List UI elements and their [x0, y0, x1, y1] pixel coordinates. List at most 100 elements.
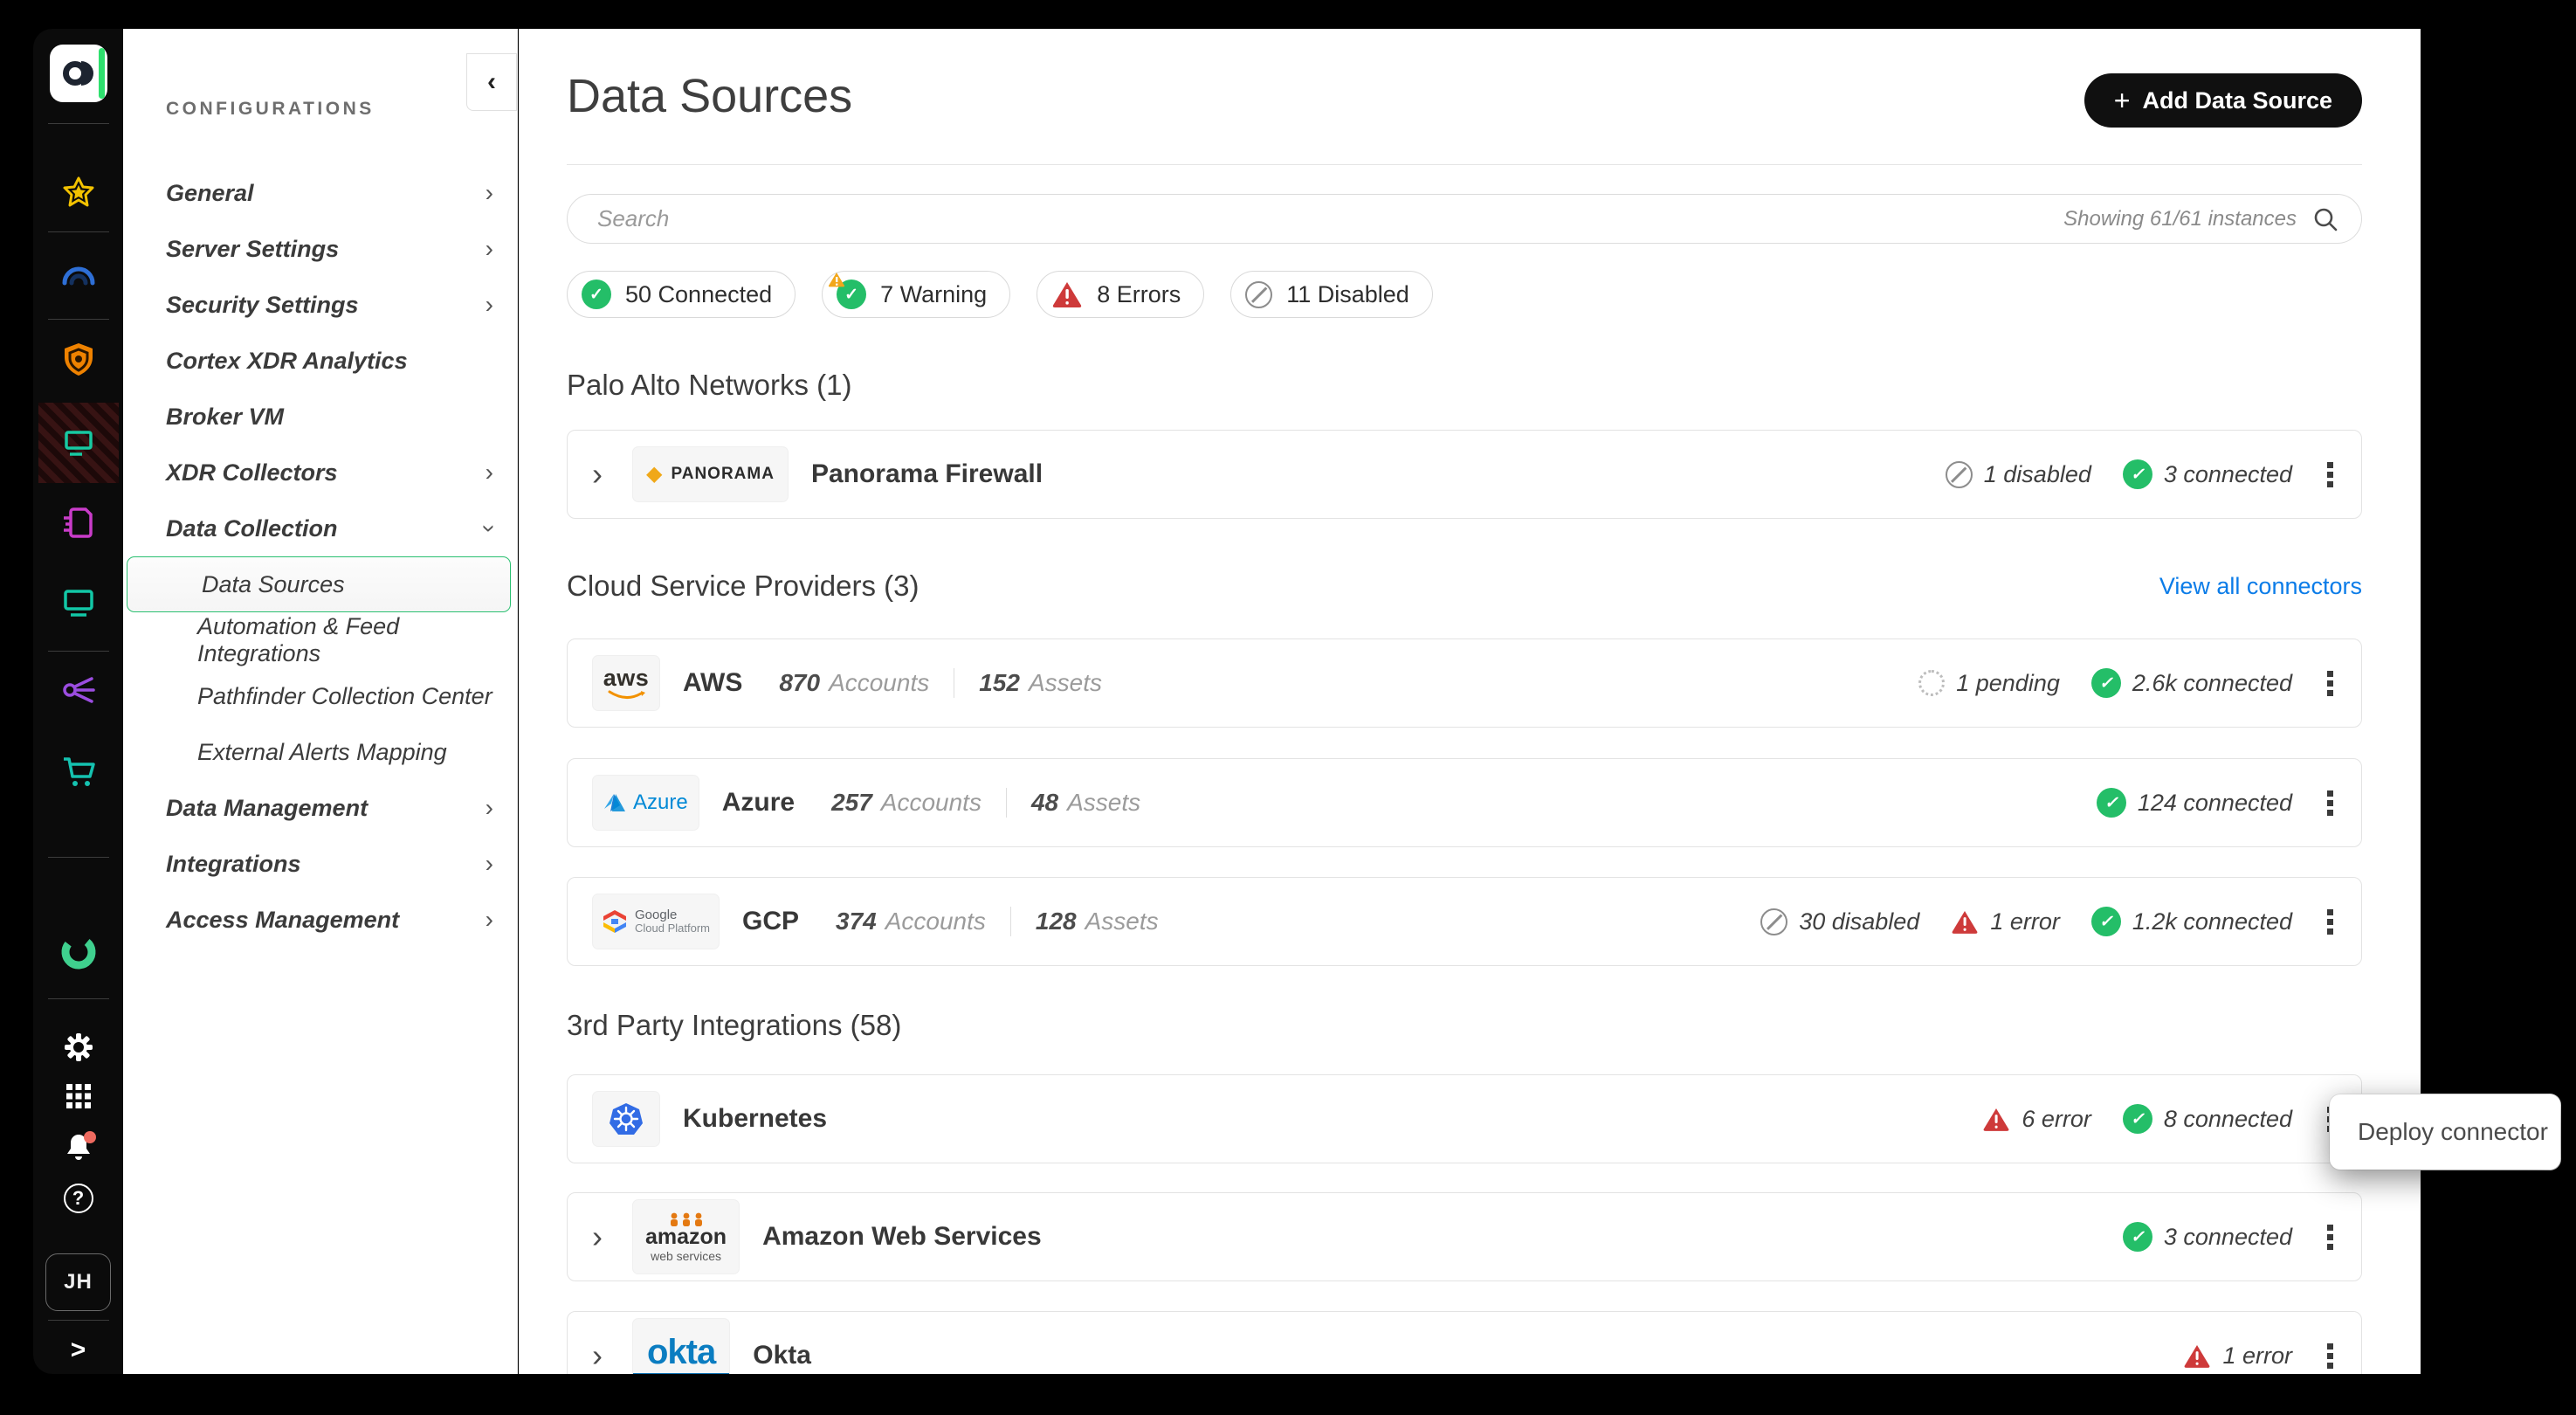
- data-source-row-panorama[interactable]: › ◆ PANORAMA Panorama Firewall 1 disable…: [567, 430, 2362, 519]
- search-input[interactable]: [568, 205, 2063, 232]
- collapse-sidebar-button[interactable]: ‹: [466, 53, 517, 111]
- settings-gear-icon[interactable]: [33, 1032, 123, 1063]
- filter-label: 11 Disabled: [1286, 281, 1409, 308]
- chevron-right-icon: ›: [486, 459, 493, 487]
- warning-triangle-icon: [828, 272, 845, 287]
- sidebar-item-access-management[interactable]: Access Management›: [123, 892, 518, 948]
- search-icon[interactable]: [2312, 206, 2338, 232]
- report-doc-icon[interactable]: [33, 506, 123, 541]
- sidebar-item-security-settings[interactable]: Security Settings›: [123, 277, 518, 333]
- status-error: 6 error: [1982, 1106, 2091, 1133]
- status-connected: 2.6k connected: [2091, 668, 2292, 698]
- sidebar-item-general[interactable]: General›: [123, 165, 518, 221]
- section-title: Cloud Service Providers (3): [567, 569, 919, 603]
- assets-metric: 128Assets: [1036, 908, 1159, 935]
- chevron-right-icon: ›: [486, 179, 493, 207]
- assets-metric: 48Assets: [1031, 789, 1140, 817]
- expand-row-chevron-icon[interactable]: ›: [592, 1218, 632, 1255]
- filter-chip-connected[interactable]: 50 Connected: [567, 271, 796, 318]
- filter-chip-disabled[interactable]: 11 Disabled: [1230, 271, 1433, 318]
- sidebar-item-xdr-collectors[interactable]: XDR Collectors›: [123, 445, 518, 500]
- chevron-right-icon: ›: [486, 291, 493, 319]
- row-actions-kebab-icon[interactable]: [2324, 1340, 2337, 1372]
- sidebar-item-external-alerts-mapping[interactable]: External Alerts Mapping: [123, 724, 518, 780]
- row-name: Amazon Web Services: [762, 1222, 1042, 1252]
- aws-smile-icon: [607, 690, 645, 701]
- metric-divider: [1006, 788, 1007, 818]
- deploy-connector-menu-item[interactable]: Deploy connector: [2330, 1094, 2560, 1170]
- view-all-connectors-link[interactable]: View all connectors: [2159, 573, 2362, 600]
- error-triangle-icon: [1951, 909, 1979, 935]
- row-statuses: 30 disabled 1 error 1.2k connected: [1760, 906, 2337, 938]
- disabled-slash-icon: [1760, 908, 1787, 935]
- filter-label: 50 Connected: [625, 281, 772, 308]
- assets-metric: 152Assets: [979, 669, 1102, 697]
- shield-icon[interactable]: [33, 342, 123, 378]
- sidebar-item-cortex-xdr-analytics[interactable]: Cortex XDR Analytics: [123, 333, 518, 389]
- filter-chip-warning[interactable]: 7 Warning: [822, 271, 1010, 318]
- row-name: GCP: [742, 907, 799, 936]
- azure-triangle-icon: [603, 793, 626, 812]
- row-actions-kebab-icon[interactable]: [2324, 667, 2337, 700]
- expand-row-chevron-icon[interactable]: ›: [592, 456, 632, 493]
- help-icon[interactable]: ?: [33, 1184, 123, 1213]
- sidebar-item-automation-feed-integrations[interactable]: Automation & Feed Integrations: [123, 612, 518, 668]
- data-source-row-amazon-web-services[interactable]: › amazon web services Amazon Web Service…: [567, 1192, 2362, 1281]
- deploy-connector-label: Deploy connector: [2358, 1118, 2548, 1146]
- row-actions-kebab-icon[interactable]: [2324, 459, 2337, 491]
- status-error: 1 error: [2183, 1343, 2292, 1370]
- sidebar-item-data-collection[interactable]: Data Collection›: [123, 500, 518, 556]
- disabled-slash-icon: [1946, 461, 1973, 488]
- row-name: AWS: [683, 668, 742, 698]
- sidebar-item-integrations[interactable]: Integrations›: [123, 836, 518, 892]
- page-title: Data Sources: [567, 69, 852, 123]
- data-source-row-azure[interactable]: Azure Azure 257Accounts 48Assets 124 con…: [567, 758, 2362, 847]
- data-source-row-gcp[interactable]: Google Cloud Platform GCP 374Accounts 12…: [567, 877, 2362, 966]
- cortex-logo[interactable]: [50, 45, 107, 102]
- row-statuses: 124 connected: [2097, 787, 2337, 819]
- avatar[interactable]: JH: [45, 1253, 111, 1311]
- instances-count: Showing 61/61 instances: [2063, 207, 2297, 231]
- data-source-row-okta[interactable]: › okta Okta 1 error: [567, 1311, 2362, 1374]
- add-data-source-button[interactable]: Add Data Source: [2084, 73, 2362, 128]
- network-arc-icon[interactable]: [33, 259, 123, 286]
- amazon-web-services-logo: amazon web services: [632, 1199, 740, 1274]
- broker-vm-icon[interactable]: [33, 403, 123, 483]
- connected-check-icon: [2091, 668, 2121, 698]
- favorites-star-icon[interactable]: [33, 176, 123, 209]
- row-actions-kebab-icon[interactable]: [2324, 787, 2337, 819]
- monitor-icon[interactable]: [33, 588, 123, 618]
- sidebar-item-data-management[interactable]: Data Management›: [123, 780, 518, 836]
- notifications-bell-icon[interactable]: [33, 1131, 123, 1163]
- sidebar-item-broker-vm[interactable]: Broker VM: [123, 389, 518, 445]
- aws-logo: aws: [592, 655, 660, 711]
- row-name: Panorama Firewall: [811, 459, 1043, 489]
- panorama-diamond-icon: ◆: [646, 464, 662, 485]
- data-source-row-aws[interactable]: aws AWS 870Accounts 152Assets 1 pending …: [567, 638, 2362, 728]
- expand-rail-chevron-icon[interactable]: >: [33, 1336, 123, 1365]
- sidebar-item-pathfinder-collection-center[interactable]: Pathfinder Collection Center: [123, 668, 518, 724]
- okta-logo: okta: [632, 1318, 730, 1374]
- apps-grid-icon[interactable]: [33, 1082, 123, 1110]
- status-connected: 8 connected: [2123, 1104, 2292, 1134]
- prisma-ring-icon[interactable]: [33, 932, 123, 972]
- marketplace-cart-icon[interactable]: [33, 756, 123, 789]
- rail-divider: [48, 231, 109, 232]
- rail-divider: [48, 651, 109, 652]
- expand-row-chevron-icon[interactable]: ›: [592, 1337, 632, 1374]
- azure-logo: Azure: [592, 775, 699, 831]
- row-actions-kebab-icon[interactable]: [2324, 906, 2337, 938]
- share-branch-icon[interactable]: [33, 673, 123, 707]
- accounts-metric: 374Accounts: [836, 908, 986, 935]
- data-source-row-kubernetes[interactable]: Kubernetes 6 error 8 connected: [567, 1074, 2362, 1163]
- filter-chip-errors[interactable]: 8 Errors: [1037, 271, 1204, 318]
- sidebar-item-data-sources[interactable]: Data Sources: [127, 556, 511, 612]
- sidebar-item-server-settings[interactable]: Server Settings›: [123, 221, 518, 277]
- status-connected: 124 connected: [2097, 788, 2292, 818]
- row-actions-kebab-icon[interactable]: [2324, 1221, 2337, 1253]
- filter-label: 7 Warning: [880, 281, 987, 308]
- connected-check-icon: [2123, 1222, 2152, 1252]
- row-statuses: 6 error 8 connected: [1982, 1103, 2337, 1135]
- connected-check-icon: [2097, 788, 2126, 818]
- accounts-metric: 870Accounts: [779, 669, 929, 697]
